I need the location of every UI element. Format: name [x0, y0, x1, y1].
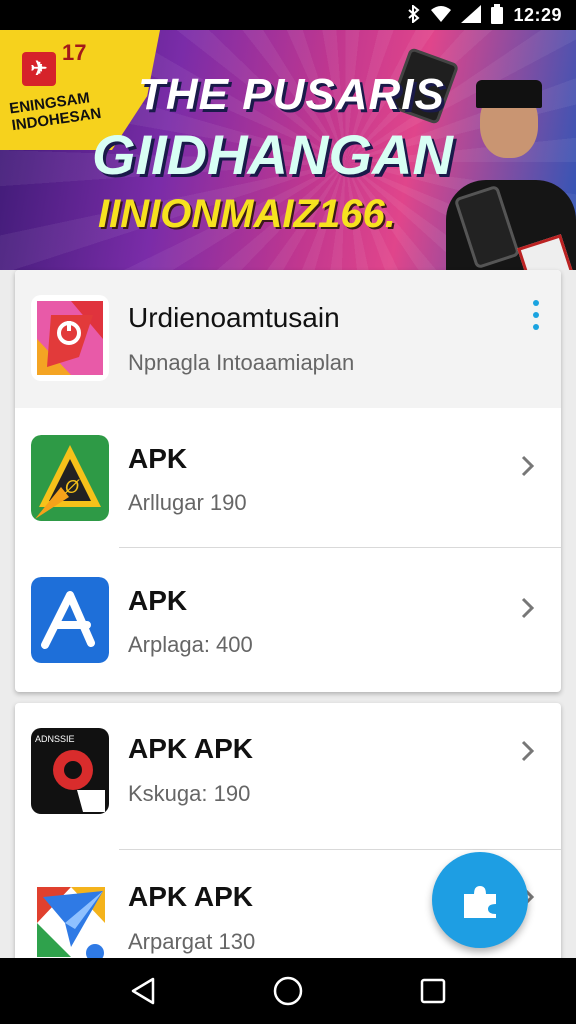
wifi-icon — [431, 5, 452, 25]
list-header-row[interactable]: Urdienoamtusain Npnagla Intoaamiaplan — [15, 270, 561, 408]
paper-plane-app-icon — [31, 877, 109, 963]
promo-banner[interactable]: ✈ 17 ENINGSAM INDOHESAN THE PUSARIS GIID… — [0, 30, 576, 270]
divider — [119, 547, 561, 548]
list-item-subtitle: Kskuga: 190 — [128, 781, 251, 806]
red-circle-app-icon-label: ADNSSIE — [35, 734, 75, 744]
back-icon[interactable] — [123, 971, 163, 1011]
add-fab-button[interactable] — [432, 852, 528, 948]
status-time: 12:29 — [513, 4, 562, 25]
red-circle-app-icon: ADNSSIE — [31, 728, 109, 814]
puzzle-icon — [464, 886, 496, 918]
list-item-title: APK APK — [128, 881, 253, 912]
banner-flag-badge: 17 — [62, 40, 87, 65]
list-header-subtitle: Npnagla Intoaamiaplan — [128, 350, 355, 375]
list-header-title: Urdienoamtusain — [128, 302, 340, 333]
battery-icon — [491, 3, 504, 27]
list-item-title: APK — [128, 443, 188, 474]
home-icon[interactable] — [268, 971, 308, 1011]
list-item[interactable]: APK Arplaga: 400 — [15, 552, 561, 692]
svg-text:Ø: Ø — [64, 477, 80, 497]
banner-person-cap — [476, 80, 542, 108]
banner-flag-logo-icon: ✈ — [22, 52, 56, 86]
list-item-subtitle: Arllugar 190 — [128, 490, 247, 515]
blue-a-app-icon — [31, 577, 109, 663]
list-item-subtitle: Arplaga: 400 — [128, 632, 253, 657]
chevron-right-icon — [513, 737, 541, 765]
divider — [119, 849, 561, 850]
more-options-icon[interactable] — [531, 300, 541, 336]
banner-headline-3: IINIONMAIZ166. — [98, 192, 396, 236]
app-list-card-1: Urdienoamtusain Npnagla Intoaamiaplan Ø … — [15, 270, 561, 692]
recents-icon[interactable] — [413, 971, 453, 1011]
list-item-title: APK — [128, 585, 188, 616]
list-item[interactable]: ADNSSIE APK APK Kskuga: 190 — [15, 703, 561, 843]
list-item-subtitle: Arpargat 130 — [128, 929, 256, 954]
triangle-app-icon: Ø — [31, 435, 109, 521]
banner-headline-2: GIIDHANGAN — [92, 123, 453, 186]
navigation-bar — [0, 958, 576, 1024]
list-item-title: APK APK — [128, 733, 253, 764]
chevron-right-icon — [513, 452, 541, 480]
bluetooth-icon — [407, 3, 421, 26]
list-item[interactable]: Ø APK Arllugar 190 — [15, 410, 561, 550]
chevron-right-icon — [513, 594, 541, 622]
signal-icon — [461, 4, 482, 26]
brand-app-icon — [31, 295, 109, 381]
status-bar: 12:29 — [0, 0, 576, 30]
banner-headline-1: THE PUSARIS — [138, 70, 445, 119]
